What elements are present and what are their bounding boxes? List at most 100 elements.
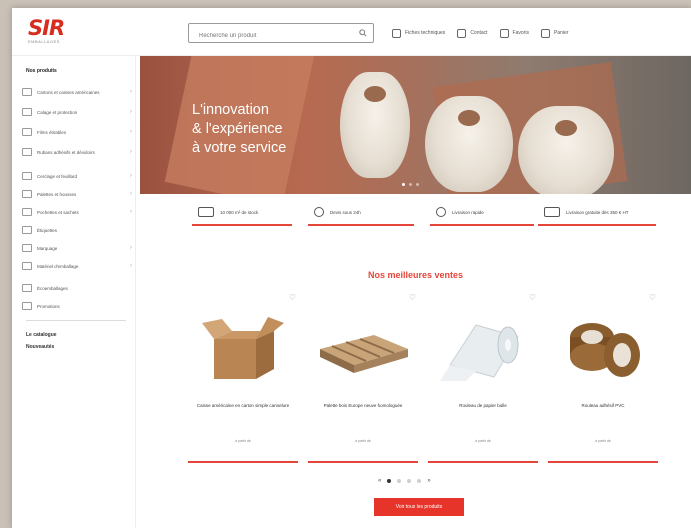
sidebar-title: Nos produits bbox=[26, 68, 57, 74]
pager-prev-icon[interactable]: « bbox=[378, 478, 381, 484]
best-sellers-title: Nos meilleures ventes bbox=[367, 270, 464, 280]
sidebar-item-cerclage[interactable]: Cerclage et feuillard › bbox=[22, 172, 132, 180]
chevron-right-icon: › bbox=[130, 129, 132, 135]
hero-banner[interactable]: L'innovation & l'expérience à votre serv… bbox=[140, 56, 691, 194]
heart-icon[interactable]: ♡ bbox=[289, 293, 296, 302]
logo-subtitle: EMBALLAGES bbox=[28, 39, 60, 44]
chevron-right-icon: › bbox=[130, 191, 132, 197]
product-card[interactable]: ♡ Caisse américaine en carton simple can… bbox=[188, 293, 298, 473]
sidebar-item-films[interactable]: Films étirables › bbox=[22, 128, 132, 136]
heart-icon bbox=[499, 28, 509, 38]
sidebar-item-palettes[interactable]: Palettes et housses › bbox=[22, 190, 132, 198]
header-link-label: Fiches techniques bbox=[405, 30, 446, 36]
feature-label: Livraison gratuite dès 350 € HT bbox=[566, 209, 629, 215]
pager-dot[interactable] bbox=[417, 479, 422, 483]
products-pager: « » bbox=[378, 478, 431, 484]
sidebar-item-promotions[interactable]: Promotions bbox=[22, 302, 132, 310]
hero-film-roll bbox=[340, 72, 410, 178]
product-image-carton[interactable] bbox=[196, 309, 290, 383]
box-icon bbox=[22, 88, 32, 96]
search-input[interactable] bbox=[189, 27, 349, 45]
chat-icon bbox=[457, 28, 467, 38]
chevron-right-icon: › bbox=[130, 263, 132, 269]
sidebar-item-label: Cerclage et feuillard bbox=[37, 173, 78, 179]
search-icon[interactable] bbox=[359, 29, 367, 37]
sidebar-item-cartons[interactable]: Cartons et caisses américaines › bbox=[22, 88, 132, 96]
header-link-favorites[interactable]: Favoris bbox=[499, 26, 529, 40]
globe-icon bbox=[436, 207, 446, 217]
product-image-bubble-wrap[interactable] bbox=[436, 309, 530, 383]
hero-line: & l'expérience bbox=[192, 121, 283, 137]
chevron-right-icon: › bbox=[130, 209, 132, 215]
view-all-products-button[interactable]: Voir tous les produits bbox=[374, 498, 464, 516]
tape-icon bbox=[22, 148, 32, 156]
pager-next-icon[interactable]: » bbox=[427, 478, 430, 484]
marker-icon bbox=[22, 244, 32, 252]
film-icon bbox=[22, 128, 32, 136]
product-price: à partir de bbox=[595, 439, 611, 443]
product-name[interactable]: Caisse américaine en carton simple canne… bbox=[194, 403, 292, 409]
cushion-icon bbox=[22, 108, 32, 116]
carousel-dot[interactable] bbox=[409, 183, 412, 186]
truck-icon bbox=[544, 207, 560, 217]
sidebar-link-nouveautes[interactable]: Nouveautés bbox=[26, 344, 54, 350]
sidebar-item-etiquettes[interactable]: Étiquettes bbox=[22, 226, 132, 234]
header-link-label: Favoris bbox=[512, 30, 529, 36]
product-card-underline bbox=[548, 461, 658, 463]
sidebar-item-label: Marquage bbox=[37, 245, 58, 251]
sidebar-item-adhesifs[interactable]: Rubans adhésifs et dévidoirs › bbox=[22, 148, 132, 156]
sidebar-item-materiel[interactable]: Matériel d'emballage › bbox=[22, 262, 132, 270]
sidebar-item-label: Cartons et caisses américaines bbox=[37, 89, 100, 95]
product-name[interactable]: Rouleau de papier bulle bbox=[434, 403, 532, 409]
sidebar-item-marquage[interactable]: Marquage › bbox=[22, 244, 132, 252]
sidebar-divider bbox=[26, 320, 126, 321]
header-links: Fiches techniques Contact Favoris Panier bbox=[392, 26, 568, 40]
product-name[interactable]: Rouleau adhésif PVC bbox=[554, 403, 652, 409]
sidebar-item-calage[interactable]: Calage et protection › bbox=[22, 108, 132, 116]
product-card[interactable]: ♡ Rouleau de papier bulle à partir de bbox=[428, 293, 538, 473]
product-card[interactable]: ♡ Rouleau adhésif PVC à partir de bbox=[548, 293, 658, 473]
site-logo[interactable]: SIR EMBALLAGES bbox=[28, 18, 76, 48]
chevron-right-icon: › bbox=[130, 173, 132, 179]
header-link-datasheets[interactable]: Fiches techniques bbox=[392, 26, 445, 40]
sidebar-item-label: Films étirables bbox=[37, 129, 67, 135]
sidebar-item-pochettes[interactable]: Pochettes et sachets › bbox=[22, 208, 132, 216]
tool-icon bbox=[22, 262, 32, 270]
sidebar-item-label: Matériel d'emballage bbox=[37, 263, 79, 269]
sidebar-item-label: Écoemballages bbox=[37, 285, 68, 291]
header-link-cart[interactable]: Panier bbox=[540, 26, 568, 40]
feature-label: Livraison rapide bbox=[452, 209, 484, 215]
sidebar-item-ecoemballages[interactable]: Écoemballages bbox=[22, 284, 132, 292]
heart-icon[interactable]: ♡ bbox=[649, 293, 656, 302]
product-name[interactable]: Palette bois Europe neuve homologuée bbox=[314, 403, 412, 409]
pager-dot[interactable] bbox=[397, 479, 402, 483]
header-link-contact[interactable]: Contact bbox=[457, 26, 488, 40]
sidebar-item-label: Pochettes et sachets bbox=[37, 209, 79, 215]
header-link-label: Contact bbox=[470, 30, 488, 36]
product-price: à partir de bbox=[475, 439, 491, 443]
percent-icon bbox=[22, 302, 32, 310]
chevron-right-icon: › bbox=[130, 109, 132, 115]
carousel-dot[interactable] bbox=[402, 183, 405, 186]
product-card[interactable]: ♡ Palette bois Europe neuve homologuée à… bbox=[308, 293, 418, 473]
heart-icon[interactable]: ♡ bbox=[529, 293, 536, 302]
cart-icon bbox=[540, 28, 550, 38]
warehouse-icon bbox=[198, 207, 214, 217]
feature-stock: 10 000 m² de stock bbox=[192, 204, 292, 226]
product-card-underline bbox=[428, 461, 538, 463]
pager-dot[interactable] bbox=[387, 479, 392, 483]
pager-dot[interactable] bbox=[407, 479, 412, 483]
clock-icon bbox=[314, 207, 324, 217]
feature-free-shipping: Livraison gratuite dès 350 € HT bbox=[538, 204, 656, 226]
hero-line: à votre service bbox=[192, 140, 287, 156]
document-icon bbox=[392, 28, 401, 38]
product-image-tape[interactable] bbox=[556, 309, 650, 383]
strap-icon bbox=[22, 172, 32, 180]
carousel-dot[interactable] bbox=[416, 183, 419, 186]
sidebar-item-label: Rubans adhésifs et dévidoirs bbox=[37, 149, 95, 155]
feature-label: Devis sous 24h bbox=[330, 209, 361, 215]
label-icon bbox=[22, 226, 32, 234]
product-image-pallet[interactable] bbox=[316, 309, 410, 383]
sidebar-link-catalogue[interactable]: Le catalogue bbox=[26, 332, 57, 338]
heart-icon[interactable]: ♡ bbox=[409, 293, 416, 302]
